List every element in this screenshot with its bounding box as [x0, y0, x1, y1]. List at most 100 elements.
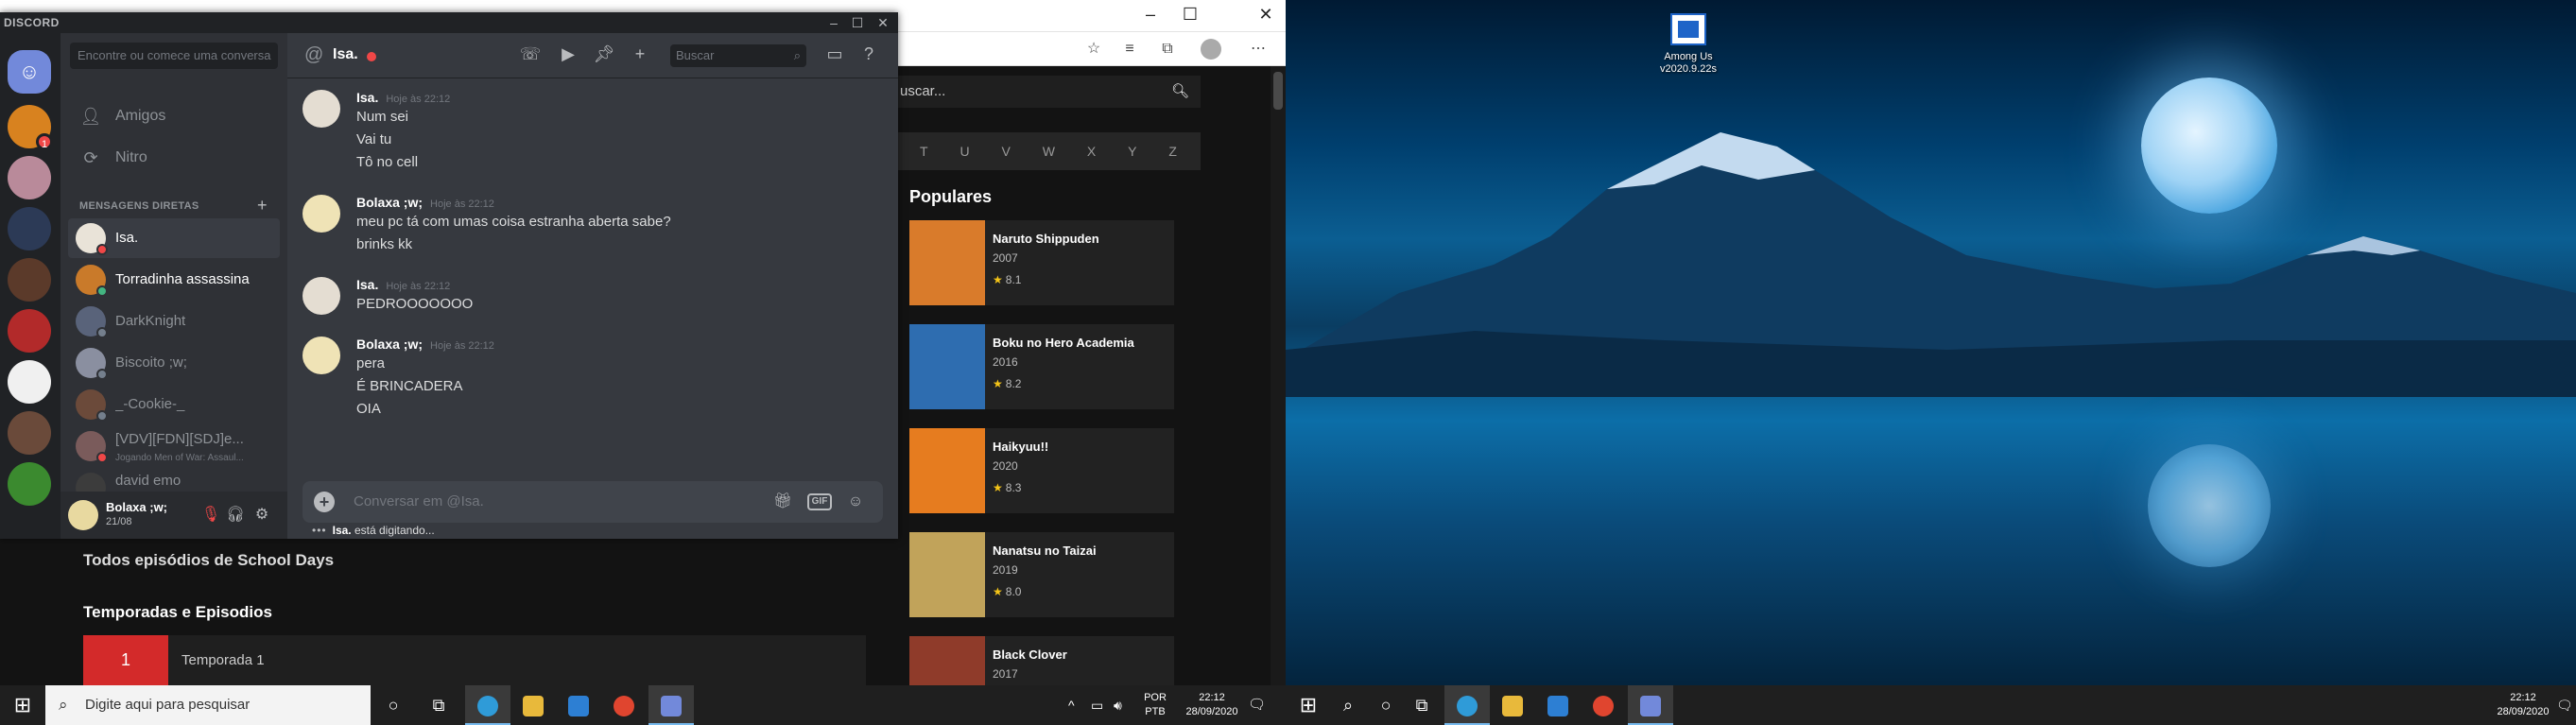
alphabet-letter[interactable]: W — [1043, 144, 1055, 159]
alphabet-letter[interactable]: X — [1087, 144, 1096, 159]
create-dm-icon[interactable]: + — [257, 196, 268, 216]
windows-start-icon[interactable]: ⊞ — [0, 685, 45, 725]
discord-taskbar-icon[interactable] — [648, 685, 694, 725]
message-author[interactable]: Bolaxa ;w; Hoje às 22:12 — [356, 337, 494, 352]
server-icon[interactable] — [8, 309, 51, 353]
message-composer[interactable]: + Conversar em @Isa. 🎁︎ GIF ☺ — [303, 481, 883, 523]
task-view-icon[interactable]: ⧉ — [1399, 685, 1444, 725]
dm-search-input[interactable]: Encontre ou comece uma conversa — [70, 43, 278, 69]
alphabet-letter[interactable]: U — [960, 144, 969, 159]
language-indicator[interactable]: POR PTB — [1138, 685, 1172, 725]
server-icon[interactable] — [8, 411, 51, 455]
mail-icon[interactable] — [556, 685, 601, 725]
search-icon[interactable]: 🔍︎ — [1171, 76, 1189, 108]
message-author[interactable]: Bolaxa ;w; Hoje às 22:12 — [356, 195, 494, 210]
discord-home-icon[interactable]: ☺ — [8, 50, 51, 94]
chrome-icon[interactable] — [601, 685, 647, 725]
volume-icon[interactable]: 🔊︎ — [1114, 685, 1122, 725]
edge-browser-icon[interactable] — [465, 685, 510, 725]
author-avatar[interactable] — [303, 337, 340, 374]
network-icon[interactable]: ▭ — [1091, 685, 1103, 725]
anime-title[interactable]: Nanatsu no Taizai — [993, 544, 1097, 558]
anime-title[interactable]: Boku no Hero Academia — [993, 336, 1134, 350]
anime-thumbnail[interactable] — [909, 324, 985, 409]
dm-item[interactable]: DarkKnight — [68, 302, 280, 341]
cortana-icon[interactable]: ○ — [371, 685, 416, 725]
message-author[interactable]: Isa. Hoje às 22:12 — [356, 277, 450, 292]
desktop-icon-among-us[interactable]: Among Us v2020.9.22s — [1643, 13, 1734, 76]
windows-start-icon[interactable]: ⊞ — [1286, 685, 1331, 725]
file-explorer-icon[interactable] — [1490, 685, 1535, 725]
discord-maximize-button[interactable]: ☐ — [846, 12, 869, 33]
notification-icon[interactable]: 🗨︎ — [2556, 685, 2573, 725]
chrome-icon[interactable] — [1581, 685, 1626, 725]
taskbar-search-input[interactable]: ⌕ Digite aqui para pesquisar — [45, 685, 371, 725]
task-view-icon[interactable]: ⧉ — [416, 685, 461, 725]
clock[interactable]: 22:12 28/09/2020 — [1176, 685, 1248, 725]
anime-title[interactable]: Naruto Shippuden — [993, 232, 1099, 246]
scrollbar-thumb[interactable] — [1273, 72, 1283, 110]
emoji-icon[interactable]: ☺ — [845, 491, 866, 513]
nav-friends[interactable]: 👤︎ Amigos — [68, 97, 280, 135]
season-row[interactable]: 1 Temporada 1 — [83, 635, 866, 685]
nav-nitro[interactable]: ⟳ Nitro — [68, 139, 280, 177]
server-icon[interactable] — [8, 462, 51, 506]
help-icon[interactable]: ? — [856, 44, 881, 64]
anime-title[interactable]: Black Clover — [993, 647, 1067, 662]
alphabet-letter[interactable]: Z — [1168, 144, 1177, 159]
anime-title[interactable]: Haikyuu!! — [993, 440, 1048, 454]
discord-minimize-button[interactable]: – — [822, 12, 845, 33]
gif-button[interactable]: GIF — [807, 493, 832, 510]
page-scrollbar[interactable] — [1271, 66, 1286, 685]
edge-browser-icon[interactable] — [1444, 685, 1490, 725]
notification-icon[interactable]: 🗨︎ — [1248, 685, 1266, 725]
gift-icon[interactable]: 🎁︎ — [773, 491, 792, 513]
anime-thumbnail[interactable] — [909, 220, 985, 305]
anime-thumbnail[interactable] — [909, 532, 985, 617]
voice-call-icon[interactable]: ☏ — [518, 44, 543, 64]
collections-icon[interactable]: ⧉ — [1155, 38, 1180, 60]
discord-taskbar-icon[interactable] — [1628, 685, 1673, 725]
server-icon[interactable] — [8, 258, 51, 302]
anime-thumbnail[interactable] — [909, 428, 985, 513]
add-friend-to-dm-icon[interactable]: + — [628, 44, 652, 64]
dm-item[interactable]: _-Cookie-_ — [68, 385, 280, 424]
populares-item[interactable]: Haikyuu!! 2020 ★ 8.3 — [909, 428, 1174, 513]
discord-close-button[interactable]: ✕ — [872, 12, 894, 33]
alphabet-letter[interactable]: V — [1001, 144, 1010, 159]
dm-item[interactable]: Isa. — [68, 218, 280, 258]
favorites-list-icon[interactable]: ≡ — [1117, 38, 1142, 60]
author-avatar[interactable] — [303, 277, 340, 315]
server-icon[interactable] — [8, 207, 51, 250]
chat-search-input[interactable]: Buscar ⌕ — [670, 44, 806, 67]
populares-item[interactable]: Nanatsu no Taizai 2019 ★ 8.0 — [909, 532, 1174, 617]
server-icon[interactable] — [8, 156, 51, 199]
favorite-star-icon[interactable]: ☆ — [1081, 38, 1106, 60]
user-avatar[interactable] — [68, 500, 98, 530]
site-search-input[interactable]: uscar... 🔍︎ — [896, 76, 1201, 108]
more-options-icon[interactable]: ⋯ — [1246, 38, 1271, 60]
tray-expand-icon[interactable]: ^ — [1068, 685, 1075, 725]
author-avatar[interactable] — [303, 195, 340, 233]
pinned-messages-icon[interactable]: 📌︎ — [592, 44, 616, 64]
headphones-icon[interactable]: 🎧︎ — [225, 505, 246, 524]
message-author[interactable]: Isa. Hoje às 22:12 — [356, 90, 450, 105]
mute-icon[interactable]: 🎙︎ — [200, 505, 221, 524]
server-icon[interactable]: 1 — [8, 105, 53, 150]
mail-icon[interactable] — [1535, 685, 1581, 725]
settings-gear-icon[interactable]: ⚙ — [251, 505, 272, 524]
minimize-button[interactable]: – — [1131, 0, 1170, 30]
inbox-icon[interactable]: ▭ — [822, 44, 847, 64]
alphabet-letter[interactable]: Y — [1128, 144, 1136, 159]
server-icon[interactable] — [8, 360, 51, 404]
upload-plus-icon[interactable]: + — [314, 492, 335, 512]
populares-item[interactable]: Boku no Hero Academia 2016 ★ 8.2 — [909, 324, 1174, 409]
alphabet-letter[interactable]: T — [920, 144, 928, 159]
dm-item[interactable]: Biscoito ;w; — [68, 343, 280, 383]
close-button[interactable]: ✕ — [1246, 0, 1286, 30]
populares-item[interactable]: Naruto Shippuden 2007 ★ 8.1 — [909, 220, 1174, 305]
maximize-button[interactable]: ☐ — [1170, 0, 1210, 30]
author-avatar[interactable] — [303, 90, 340, 128]
video-call-icon[interactable]: ▶ — [556, 44, 580, 64]
dm-item[interactable]: [VDV][FDN][SDJ]e... Jogando Men of War: A… — [68, 426, 280, 466]
